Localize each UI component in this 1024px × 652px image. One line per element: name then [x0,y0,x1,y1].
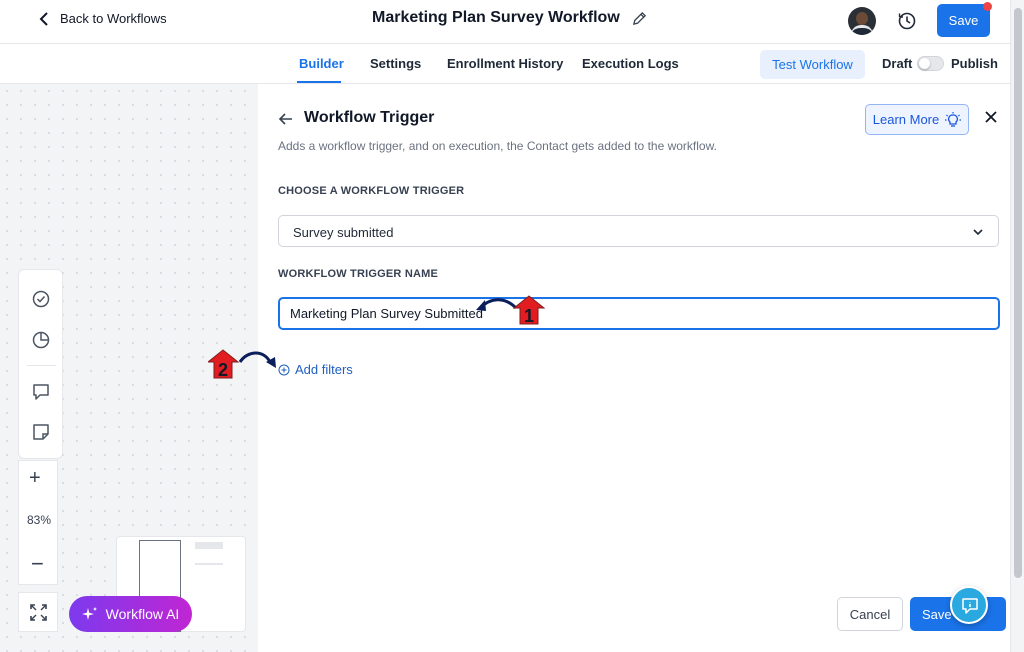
trigger-panel: Workflow Trigger Adds a workflow trigger… [258,84,1010,652]
zoom-controls: + 83% − [18,460,58,585]
canvas-toolbar [18,269,63,459]
panel-title: Workflow Trigger [304,109,435,126]
annotation-2-label: 2 [218,360,228,380]
pie-chart-icon[interactable] [31,330,51,350]
learn-more-button[interactable]: Learn More [865,104,969,135]
add-filters-label: Add filters [295,362,353,377]
trigger-select-value: Survey submitted [293,225,394,240]
toolbar-divider [27,365,56,366]
user-avatar[interactable] [848,7,876,35]
help-chat-button[interactable] [950,586,988,624]
panel-description: Adds a workflow trigger, and on executio… [278,139,717,153]
fit-view-button[interactable] [18,592,58,632]
comment-icon[interactable] [31,382,51,402]
trigger-name-label: WORKFLOW TRIGGER NAME [278,268,439,280]
zoom-in-button[interactable]: + [29,467,41,490]
pencil-icon[interactable] [632,11,647,26]
scrollbar-thumb[interactable] [1014,8,1022,578]
check-circle-icon[interactable] [31,289,51,309]
zoom-level: 83% [26,513,52,527]
workflow-title-text: Marketing Plan Survey Workflow [372,9,620,26]
test-workflow-button[interactable]: Test Workflow [760,50,865,79]
zoom-out-button[interactable]: − [31,551,44,577]
choose-trigger-label: CHOOSE A WORKFLOW TRIGGER [278,185,465,197]
back-label: Back to Workflows [60,11,167,26]
save-workflow-button[interactable]: Save [937,4,990,37]
expand-icon [30,604,47,621]
workflow-title: Marketing Plan Survey Workflow [372,9,647,27]
publish-label: Publish [951,56,998,71]
page-scrollbar[interactable] [1010,0,1024,652]
chevron-left-icon [39,11,48,26]
help-chat-icon [962,598,978,614]
notification-dot [983,2,992,11]
cancel-button[interactable]: Cancel [837,597,903,631]
tab-enrollment-history[interactable]: Enrollment History [447,56,563,71]
trigger-select[interactable]: Survey submitted [278,215,999,247]
tab-settings[interactable]: Settings [370,56,421,71]
add-filters-link[interactable]: Add filters [278,362,353,377]
active-tab-indicator [297,81,341,83]
top-header: Back to Workflows Marketing Plan Survey … [0,0,1010,44]
sticky-note-icon[interactable] [31,422,51,442]
tab-bar: Builder Settings Enrollment History Exec… [0,44,1010,84]
close-icon[interactable] [984,110,998,124]
sparkle-icon [81,607,97,620]
trigger-name-input[interactable] [278,297,1000,330]
tab-execution-logs[interactable]: Execution Logs [582,56,679,71]
chevron-down-icon [973,229,983,236]
workflow-ai-button[interactable]: Workflow AI [69,596,192,632]
history-icon[interactable] [897,11,917,31]
publish-toggle[interactable] [917,56,944,71]
annotation-2: 2 [208,349,276,380]
annotation-1-label: 1 [524,306,534,326]
learn-more-label: Learn More [872,112,940,127]
arrow-left-icon[interactable] [278,111,294,127]
annotation-1: 1 [476,295,546,326]
tab-builder[interactable]: Builder [299,56,344,71]
back-to-workflows-link[interactable]: Back to Workflows [38,11,167,26]
draft-label: Draft [882,56,913,71]
workflow-ai-label: Workflow AI [105,606,180,622]
lightbulb-icon [945,111,962,127]
